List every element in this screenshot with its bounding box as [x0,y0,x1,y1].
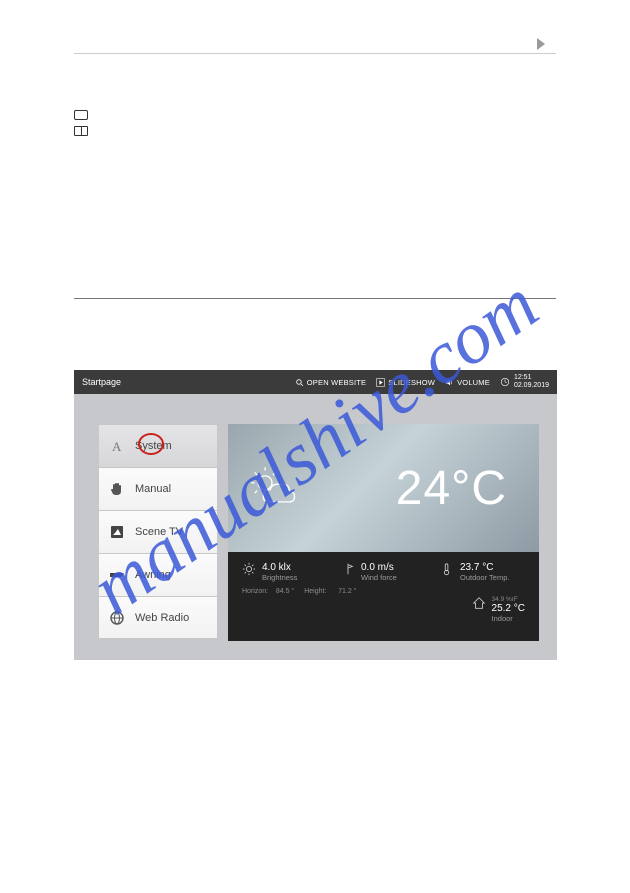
square-icon [74,110,88,120]
open-website-label: OPEN WEBSITE [307,378,367,387]
sidebar-item-label: Scene TV [135,526,183,538]
top-separator [74,44,556,54]
indoor-reading: 34.9 %rF 25.2 °C Indoor [472,596,525,623]
volume-label: VOLUME [457,378,490,387]
sidebar-item-label: Manual [135,483,171,495]
indoor-label: Indoor [492,614,525,623]
indoor-temp-value: 25.2 °C [492,603,525,614]
horizon-value: 84.5 ° [276,588,294,595]
sidebar-item-system[interactable]: A System [98,424,218,467]
titlebar: Startpage OPEN WEBSITE SLIDESHOW VOLUME … [74,370,557,394]
sidebar-item-awning[interactable]: Awning [98,553,218,596]
document-icons [74,110,88,136]
thermometer-outdoor-icon [440,562,454,576]
clock-time: 12:51 [514,374,549,382]
awning-icon [109,567,125,583]
sun-position: Horizon: 84.5 ° Height: 71.2 ° [242,588,525,595]
page-title: Startpage [82,377,285,387]
slideshow-label: SLIDESHOW [388,378,435,387]
wind-label: Wind force [361,573,397,582]
height-value: 71.2 ° [338,588,356,595]
horizon-label: Horizon: [242,588,268,595]
wind-value: 0.0 m/s [361,562,397,573]
search-icon [295,378,304,387]
wind-icon [341,562,355,576]
clock-icon [500,377,510,387]
outdoor-temp-reading: 23.7 °C Outdoor Temp. [440,562,525,582]
sidebar-item-label: System [135,440,172,452]
book-icon [74,126,88,136]
clock-date: 02.09.2019 [514,382,549,390]
brightness-label: Brightness [262,573,297,582]
brightness-icon [242,562,256,576]
main-temperature: 24°C [298,461,521,516]
stage: A System Manual Scene TV [74,394,557,660]
sidebar-item-label: Awning [135,569,171,581]
sidebar-navlist: A System Manual Scene TV [98,424,218,639]
device-screenshot: Startpage OPEN WEBSITE SLIDESHOW VOLUME … [74,370,557,660]
brightness-reading: 4.0 klx Brightness [242,562,327,582]
mid-separator [74,298,556,299]
sidebar-item-label: Web Radio [135,612,189,624]
sidebar-item-scene-tv[interactable]: Scene TV [98,510,218,553]
weather-details: 4.0 klx Brightness 0.0 m/s Wind force [228,552,539,641]
globe-icon [109,610,125,626]
system-icon: A [109,438,125,454]
sidebar-item-web-radio[interactable]: Web Radio [98,596,218,639]
volume-icon [445,378,454,387]
brightness-value: 4.0 klx [262,562,297,573]
slideshow-button[interactable]: SLIDESHOW [376,378,435,387]
weather-panel: 24°C 4.0 klx Brightness [228,424,539,641]
outdoor-temp-value: 23.7 °C [460,562,509,573]
open-website-button[interactable]: OPEN WEBSITE [295,378,367,387]
hand-icon [109,481,125,497]
indoor-icon [472,596,486,610]
play-icon [376,378,385,387]
volume-button[interactable]: VOLUME [445,378,490,387]
height-label: Height: [304,588,326,595]
weather-sky: 24°C [228,424,539,552]
arrow-right-icon [537,38,545,50]
wind-reading: 0.0 m/s Wind force [341,562,426,582]
svg-text:A: A [112,439,122,454]
indoor-humidity: 34.9 %rF [492,596,525,603]
scene-icon [109,524,125,540]
sidebar-item-manual[interactable]: Manual [98,467,218,510]
weather-condition-icon [246,462,298,514]
outdoor-temp-label: Outdoor Temp. [460,573,509,582]
clock-display: 12:51 02.09.2019 [500,374,549,390]
